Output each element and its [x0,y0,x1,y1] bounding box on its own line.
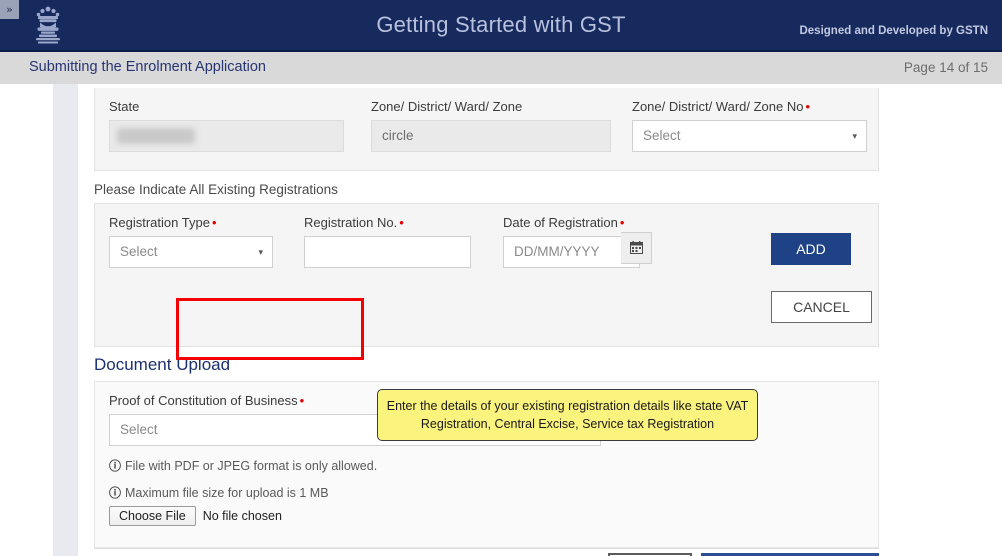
zone-no-select[interactable]: Select ▾ [632,120,867,152]
no-file-chosen-label: No file chosen [202,509,282,523]
existing-registrations-note: Please Indicate All Existing Registratio… [94,182,338,197]
sub-header-bar: Submitting the Enrolment Application Pag… [0,52,1002,84]
developer-credit: Designed and Developed by GSTN [799,25,988,37]
date-of-registration-label: Date of Registration • [503,215,625,230]
chevron-down-icon: ▾ [258,247,263,257]
footer-separator [94,548,879,549]
registration-panel: Registration Type • Select ▾ Registration… [94,203,879,347]
info-icon: ⓘ [109,486,122,500]
required-marker: • [619,215,625,230]
registration-no-label: Registration No. • [304,215,404,230]
registration-type-label: Registration Type • [109,215,217,230]
calendar-picker-button[interactable] [621,232,652,264]
breadcrumb: Submitting the Enrolment Application [29,59,266,75]
main-canvas: State Zone/ District/ Ward/ Zone circle … [0,84,1002,556]
chevron-down-icon: ▾ [852,131,857,141]
cancel-button[interactable]: CANCEL [771,291,872,323]
info-icon: ⓘ [109,459,122,473]
zone-circle-label: Zone/ District/ Ward/ Zone [371,99,523,114]
date-of-registration-input[interactable]: DD/MM/YYYY [503,236,640,268]
file-size-info: ⓘ Maximum file size for upload is 1 MB [109,486,329,500]
location-panel: State Zone/ District/ Ward/ Zone circle … [94,88,879,171]
proof-of-constitution-label: Proof of Constitution of Business • [109,393,305,408]
state-value-redaction [117,128,195,144]
required-marker: • [399,215,404,230]
tooltip-line-2: Registration, Central Excise, Service ta… [420,417,715,431]
required-marker: • [805,99,811,114]
registration-tooltip: Enter the details of your existing regis… [377,389,758,441]
app-header: » Getting Started with GST Designed and … [0,0,1002,52]
state-label: State [109,99,140,114]
zone-no-label: Zone/ District/ Ward/ Zone No • [632,99,811,114]
add-button[interactable]: ADD [771,233,851,265]
state-input[interactable] [109,120,344,152]
right-gutter [953,84,1002,556]
required-marker: • [211,215,217,230]
page-indicator: Page 14 of 15 [903,60,988,75]
document-upload-heading: Document Upload [94,355,231,374]
choose-file-button[interactable]: Choose File [109,506,196,526]
file-format-info: ⓘ File with PDF or JPEG format is only al… [109,459,378,473]
form-content-pane: State Zone/ District/ Ward/ Zone circle … [78,84,953,556]
tooltip-line-1: Enter the details of your existing regis… [386,399,749,413]
file-upload-row: Choose File No file chosen [109,506,282,526]
required-marker: • [299,393,305,408]
registration-no-input[interactable] [304,236,471,268]
registration-type-select[interactable]: Select ▾ [109,236,273,268]
zone-circle-input[interactable]: circle [371,120,611,152]
left-rail [53,84,78,556]
